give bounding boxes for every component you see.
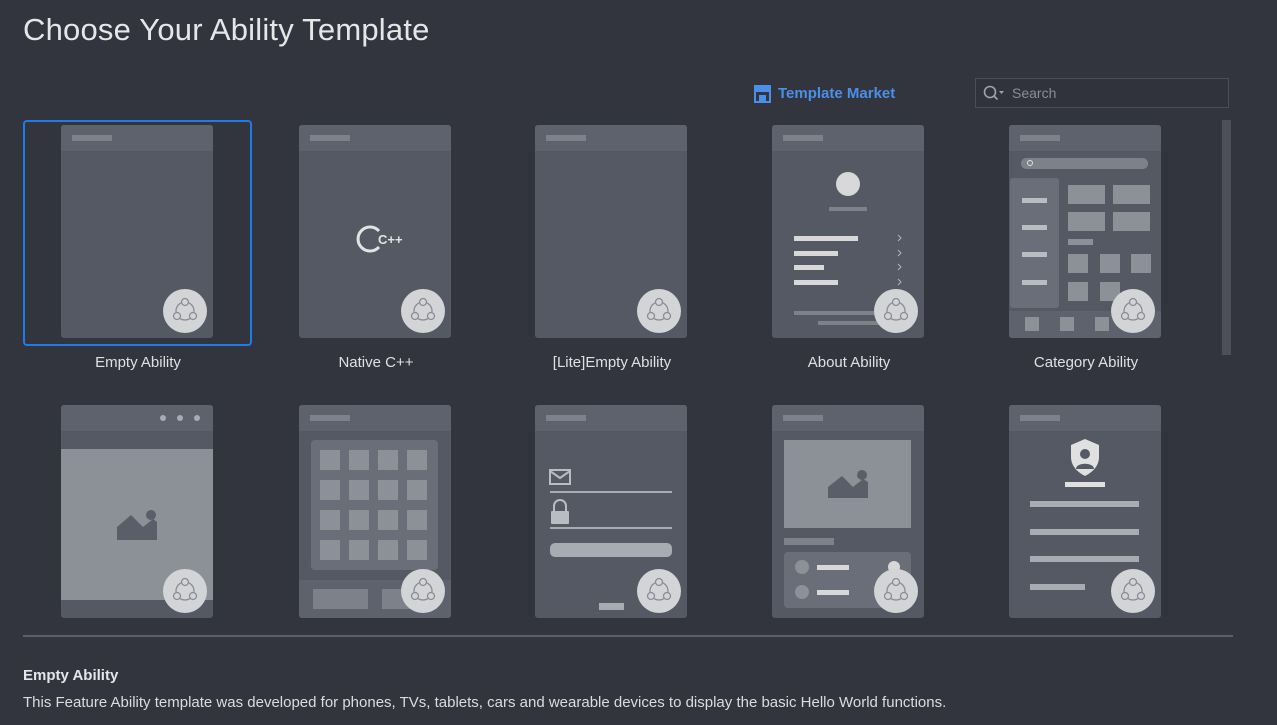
template-market-label: Template Market <box>778 84 896 102</box>
device-types-icon <box>637 289 681 333</box>
device-types-icon <box>1111 289 1155 333</box>
template-market-link[interactable]: Template Market <box>753 83 895 103</box>
template-label: Category Ability <box>1033 354 1139 371</box>
template-card-about-ability[interactable]: About Ability <box>734 120 964 371</box>
template-label: Empty Ability <box>95 354 181 371</box>
template-card-login[interactable] <box>497 400 727 628</box>
description-title: Empty Ability <box>23 667 119 684</box>
cpp-icon-text: C++ <box>378 232 403 247</box>
divider <box>23 635 1233 637</box>
device-types-icon <box>401 569 445 613</box>
device-types-icon <box>874 569 918 613</box>
template-card-lite-empty-ability[interactable]: [Lite]Empty Ability <box>497 120 727 371</box>
scrollbar-thumb[interactable] <box>1222 120 1231 355</box>
description-text: This Feature Ability template was develo… <box>23 694 947 711</box>
template-card-image-viewer[interactable] <box>23 400 253 628</box>
device-types-icon <box>163 569 207 613</box>
template-label: Native C++ <box>338 354 414 371</box>
search-input[interactable] <box>1012 85 1212 101</box>
template-card-native-cpp[interactable]: C++ Native C++ <box>261 120 491 371</box>
page-title: Choose Your Ability Template <box>23 12 430 47</box>
template-card-category-ability[interactable]: Category Ability <box>971 120 1201 371</box>
template-card-empty-ability[interactable]: Empty Ability <box>23 120 253 371</box>
template-label: About Ability <box>807 354 891 371</box>
store-icon <box>753 84 772 103</box>
template-card-privacy[interactable] <box>971 400 1201 628</box>
template-card-grid[interactable] <box>261 400 491 628</box>
template-label: [Lite]Empty Ability <box>552 354 672 371</box>
device-types-icon <box>637 569 681 613</box>
device-types-icon <box>163 289 207 333</box>
device-types-icon <box>401 289 445 333</box>
search-icon[interactable] <box>976 79 1012 107</box>
device-types-icon <box>874 289 918 333</box>
device-types-icon <box>1111 569 1155 613</box>
search-box[interactable] <box>975 78 1229 108</box>
template-card-detail[interactable] <box>734 400 964 628</box>
